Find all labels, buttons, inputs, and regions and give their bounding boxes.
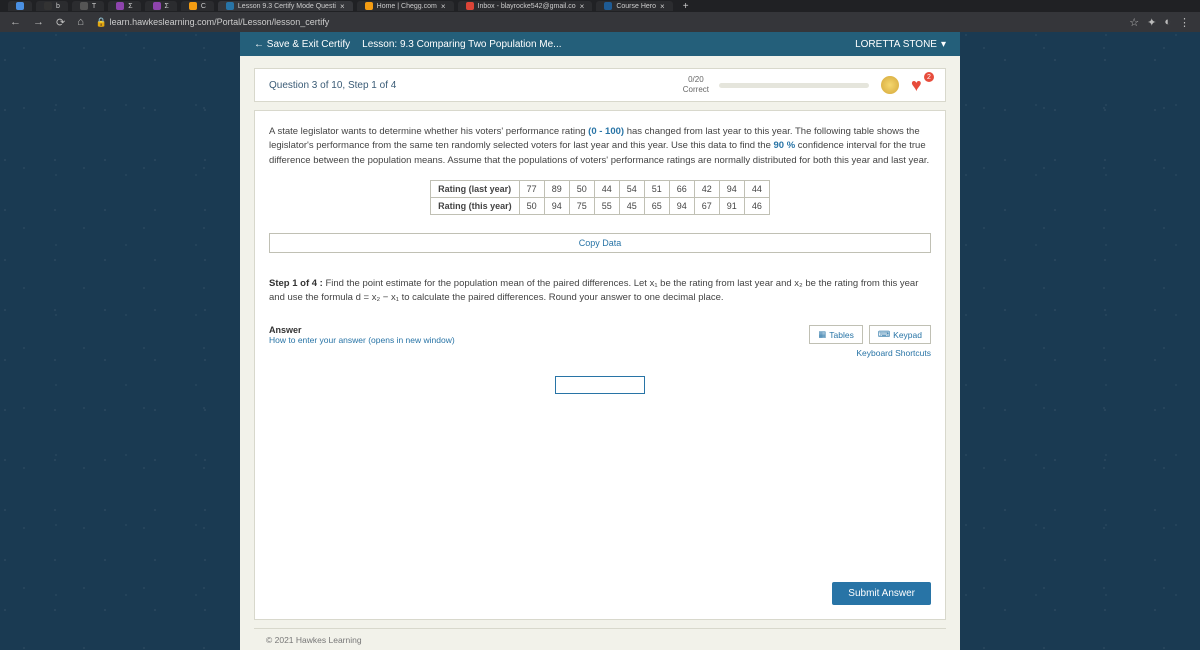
close-icon[interactable]: × xyxy=(660,2,665,11)
question-number: Question 3 of 10, Step 1 of 4 xyxy=(269,80,396,91)
step-instructions: Step 1 of 4 : Find the point estimate fo… xyxy=(269,277,931,306)
browser-tab[interactable] xyxy=(8,1,32,11)
save-exit-button[interactable]: ← Save & Exit Certify xyxy=(254,39,350,50)
keyboard-shortcuts-link[interactable]: Keyboard Shortcuts xyxy=(856,348,931,358)
close-icon[interactable]: × xyxy=(580,2,585,11)
browser-tab-strip: b T Σ Σ C Lesson 9.3 Certify Mode Questi… xyxy=(0,0,1200,12)
browser-tab[interactable]: Course Hero× xyxy=(596,1,672,11)
browser-tab[interactable]: b xyxy=(36,1,68,11)
browser-tab-active[interactable]: Lesson 9.3 Certify Mode Questi× xyxy=(218,1,353,11)
lesson-top-bar: ← Save & Exit Certify Lesson: 9.3 Compar… xyxy=(240,32,960,56)
user-dropdown[interactable]: LORETTA STONE ▾ xyxy=(855,39,946,50)
heart-icon: ♥2 xyxy=(911,75,931,95)
browser-tab[interactable]: Σ xyxy=(145,1,177,11)
data-table: Rating (last year) 77895044545166429444 … xyxy=(430,180,770,215)
answer-label: Answer xyxy=(269,325,455,335)
browser-tab[interactable]: Inbox - blayrocke542@gmail.co× xyxy=(458,1,593,11)
tables-button[interactable]: ▦Tables xyxy=(809,325,863,344)
grid-icon: ▦ xyxy=(818,329,826,340)
close-icon[interactable]: × xyxy=(441,2,446,11)
score-box: 0/20 Correct xyxy=(683,75,709,94)
lesson-title: Lesson: 9.3 Comparing Two Population Me.… xyxy=(362,39,561,50)
browser-tab[interactable]: T xyxy=(72,1,104,11)
keypad-button[interactable]: ⌨Keypad xyxy=(869,325,931,344)
how-to-enter-link[interactable]: How to enter your answer (opens in new w… xyxy=(269,335,455,345)
browser-tab[interactable]: Σ xyxy=(108,1,140,11)
prompt-text: A state legislator wants to determine wh… xyxy=(269,125,931,168)
progress-bar xyxy=(719,83,869,88)
browser-tab[interactable]: C xyxy=(181,1,214,11)
close-icon[interactable]: × xyxy=(340,2,345,11)
coin-icon xyxy=(879,74,901,96)
keypad-icon: ⌨ xyxy=(878,329,890,340)
browser-tab[interactable]: Home | Chegg.com× xyxy=(357,1,454,11)
question-body: A state legislator wants to determine wh… xyxy=(254,110,946,620)
submit-answer-button[interactable]: Submit Answer xyxy=(832,582,931,605)
chevron-down-icon: ▾ xyxy=(941,39,946,50)
answer-input[interactable] xyxy=(555,376,645,394)
question-header: Question 3 of 10, Step 1 of 4 0/20 Corre… xyxy=(254,68,946,102)
new-tab-button[interactable]: + xyxy=(683,1,689,12)
footer: © 2021 Hawkes Learning xyxy=(254,628,946,650)
copy-data-button[interactable]: Copy Data xyxy=(269,233,931,253)
